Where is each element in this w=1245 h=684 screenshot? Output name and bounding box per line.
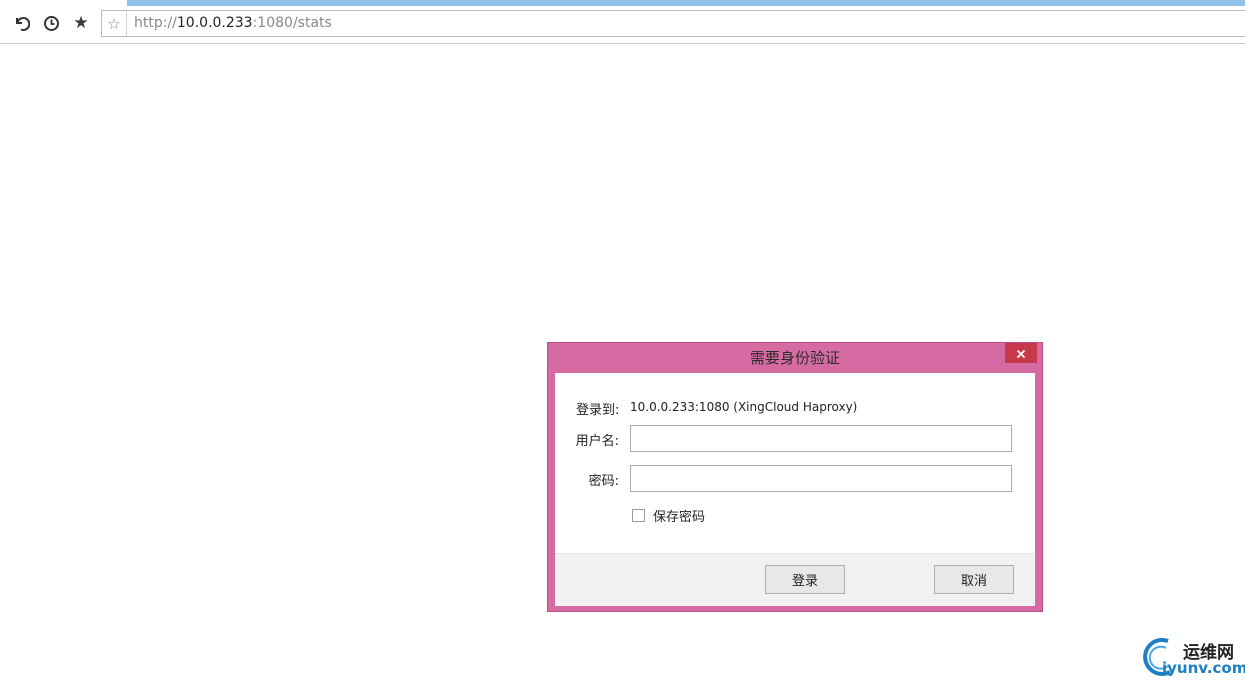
close-button[interactable] [1005,343,1037,363]
watermark-url: iyunv.com [1162,659,1245,677]
username-label: 用户名: [575,434,619,449]
dialog-title: 需要身份验证 [749,349,840,367]
password-label: 密码: [588,474,619,489]
undo-icon[interactable] [12,14,30,32]
history-icon[interactable] [42,14,60,32]
auth-dialog: 需要身份验证 登录到: 10.0.0.233:1080 (XingCloud H… [547,342,1043,612]
cancel-button[interactable]: 取消 [934,565,1014,594]
dialog-body: 登录到: 10.0.0.233:1080 (XingCloud Haproxy)… [555,373,1035,553]
address-bar[interactable]: ☆ http://10.0.0.233:1080/stats [101,10,1245,37]
close-icon [1016,344,1026,363]
favorites-star-icon[interactable]: ★ [72,13,90,33]
url-host: 10.0.0.233 [176,15,253,31]
address-url[interactable]: http://10.0.0.233:1080/stats [134,15,332,31]
browser-toolbar: ★ ☆ http://10.0.0.233:1080/stats [0,6,1245,44]
url-suffix: :1080/stats [252,15,332,31]
username-field[interactable] [630,425,1012,452]
bookmark-star-icon[interactable]: ☆ [102,11,127,36]
login-button[interactable]: 登录 [765,565,845,594]
remember-password-label[interactable]: 保存密码 [653,506,705,525]
watermark-logo: 运维网 iyunv.com [1138,634,1245,682]
password-field[interactable] [630,465,1012,492]
login-to-label: 登录到: [576,403,620,418]
login-to-value: 10.0.0.233:1080 (XingCloud Haproxy) [630,400,858,414]
remember-password-checkbox[interactable] [632,509,645,522]
url-prefix: http:// [134,15,177,31]
dialog-footer: 登录 取消 [555,553,1035,606]
